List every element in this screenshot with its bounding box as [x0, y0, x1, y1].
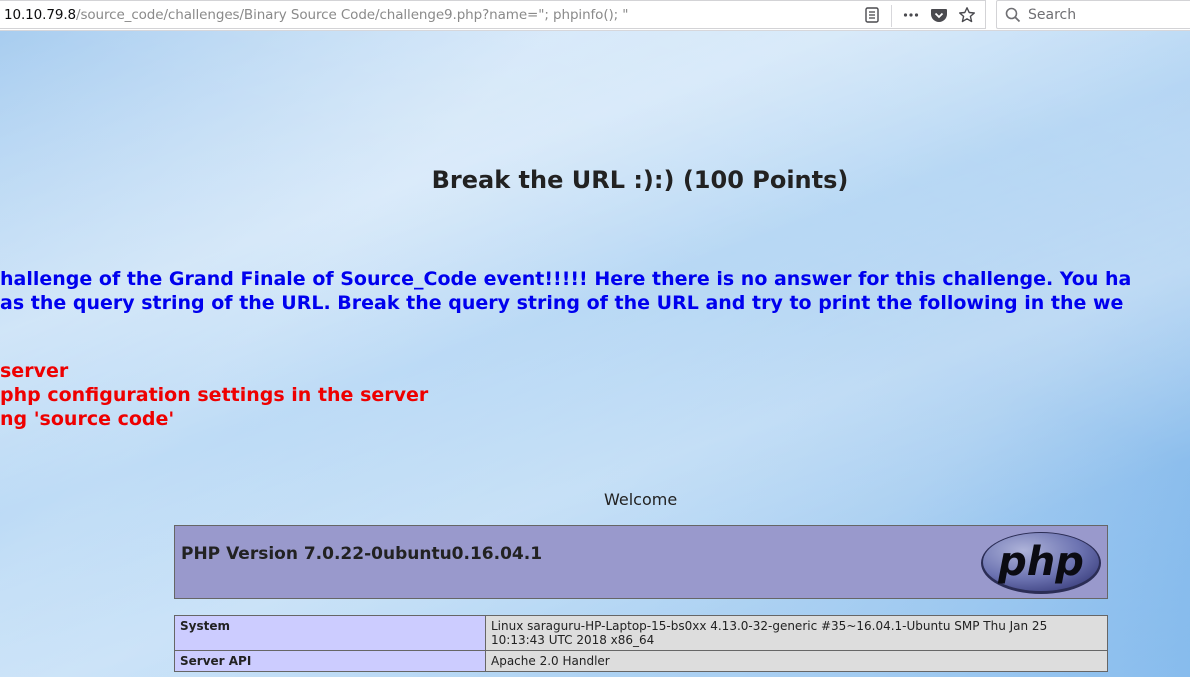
page-title: Break the URL :):) (100 Points)	[431, 166, 849, 194]
url-path: /source_code/challenges/Binary Source Co…	[76, 7, 629, 23]
table-row: Server API Apache 2.0 Handler	[174, 650, 1108, 672]
bookmark-star-icon[interactable]	[958, 6, 976, 24]
php-logo[interactable]: php	[979, 530, 1103, 600]
intro-text-line-2: as the query string of the URL. Break th…	[0, 292, 1124, 314]
row-key: System	[174, 615, 486, 651]
row-value-line: Linux saraguru-HP-Laptop-15-bs0xx 4.13.0…	[491, 619, 1048, 633]
toolbar-separator	[891, 5, 896, 27]
task-item-1: server	[0, 360, 69, 382]
row-value: Apache 2.0 Handler	[485, 650, 1108, 672]
phpinfo-table: System Linux saraguru-HP-Laptop-15-bs0xx…	[174, 615, 1108, 672]
search-placeholder: Search	[1028, 7, 1077, 23]
url-host: 10.10.79.8	[4, 7, 76, 23]
browser-toolbar: 10.10.79.8/source_code/challenges/Binary…	[0, 0, 1190, 31]
table-row: System Linux saraguru-HP-Laptop-15-bs0xx…	[174, 615, 1108, 651]
task-item-2: php configuration settings in the server	[0, 384, 429, 406]
page-actions-icon[interactable]	[902, 6, 920, 24]
task-item-3: ng 'source code'	[0, 408, 175, 430]
reader-mode-icon[interactable]	[863, 6, 881, 24]
intro-text-line-1: hallenge of the Grand Finale of Source_C…	[0, 268, 1132, 290]
url-bar[interactable]: 10.10.79.8/source_code/challenges/Binary…	[0, 0, 986, 29]
row-value: Linux saraguru-HP-Laptop-15-bs0xx 4.13.0…	[485, 615, 1108, 651]
row-value-line: 10:13:43 UTC 2018 x86_64	[491, 633, 655, 647]
page-content: Break the URL :):) (100 Points) hallenge…	[0, 31, 1190, 677]
php-logo-text: php	[997, 539, 1084, 585]
welcome-text: Welcome	[604, 490, 678, 509]
search-icon	[1004, 6, 1022, 24]
row-key: Server API	[174, 650, 486, 672]
pocket-icon[interactable]	[930, 6, 948, 24]
php-version-title: PHP Version 7.0.22-0ubuntu0.16.04.1	[181, 544, 543, 564]
url-text[interactable]: 10.10.79.8/source_code/challenges/Binary…	[4, 7, 629, 23]
search-box[interactable]: Search	[996, 0, 1190, 29]
phpinfo-header: PHP Version 7.0.22-0ubuntu0.16.04.1 php	[174, 525, 1108, 599]
